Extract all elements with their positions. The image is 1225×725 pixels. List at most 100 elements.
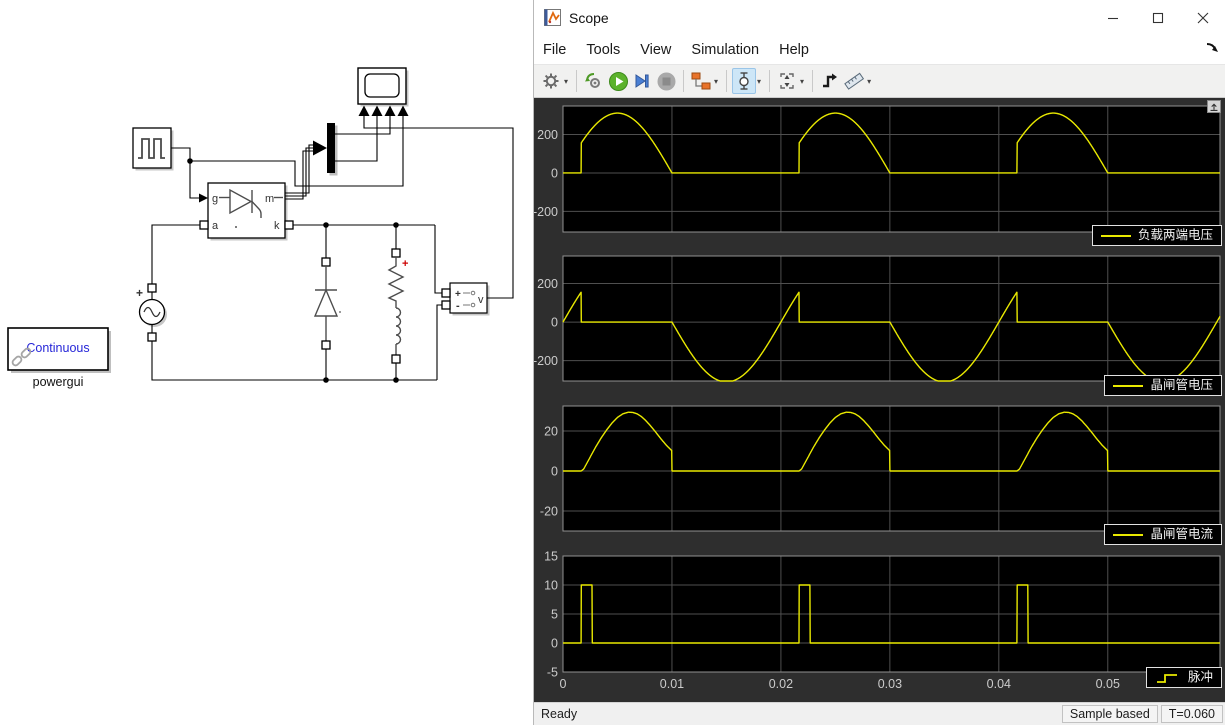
- svg-text:0: 0: [551, 166, 558, 180]
- legend-thyristor-voltage: 晶闸管电压: [1104, 375, 1222, 396]
- legend-label: 晶闸管电压: [1150, 378, 1213, 392]
- svg-text:0.04: 0.04: [987, 677, 1011, 691]
- legend-line-sample: [1113, 384, 1144, 387]
- scale-axes-dropdown-caret[interactable]: ▾: [799, 77, 807, 86]
- maximize-button[interactable]: [1135, 0, 1180, 35]
- stop-icon: [657, 72, 676, 90]
- measurements-button[interactable]: [842, 68, 866, 94]
- scope-screen-icon: [364, 73, 400, 98]
- scope-window: Scope File Tools View Simulation Help ▾ …: [533, 0, 1225, 725]
- highlight-block-dropdown-caret[interactable]: ▾: [713, 77, 721, 86]
- measurements-dropdown-caret[interactable]: ▾: [866, 77, 874, 86]
- svg-text:0: 0: [560, 677, 567, 691]
- title-bar[interactable]: Scope: [534, 0, 1225, 35]
- svg-text:0.05: 0.05: [1096, 677, 1120, 691]
- voltage-measurement-block[interactable]: + - v: [441, 282, 490, 316]
- toolbar-separator: [576, 70, 578, 92]
- toolbar-separator: [812, 70, 814, 92]
- svg-text:10: 10: [544, 579, 558, 593]
- scope-window-icon: [544, 9, 561, 26]
- menu-overflow-icon[interactable]: [1206, 41, 1220, 59]
- legend-label: 脉冲: [1187, 670, 1213, 684]
- menu-file[interactable]: File: [534, 42, 576, 58]
- svg-text:0.01: 0.01: [660, 677, 684, 691]
- gear-arrow-icon: [585, 73, 601, 88]
- status-text: Ready: [541, 707, 578, 721]
- toolbar-separator: [769, 70, 771, 92]
- run-button[interactable]: [606, 68, 630, 94]
- menu-view[interactable]: View: [630, 42, 681, 58]
- svg-text:0: 0: [551, 465, 558, 479]
- zoom-dropdown-caret[interactable]: ▾: [756, 77, 764, 86]
- settings-button[interactable]: [539, 68, 563, 94]
- legend-line-sample: [1113, 533, 1144, 536]
- legend-line-sample: [1100, 234, 1131, 237]
- menu-bar: File Tools View Simulation Help: [534, 35, 1225, 64]
- port-label-k: k: [274, 220, 280, 232]
- menu-help[interactable]: Help: [769, 42, 819, 58]
- vm-plus-label: +: [455, 289, 461, 300]
- thyristor-block[interactable]: g a m k: [199, 182, 294, 241]
- powergui-mode-text: Continuous: [26, 341, 89, 355]
- svg-text:-200: -200: [534, 205, 558, 219]
- toolbar-separator: [683, 70, 685, 92]
- zoom-button[interactable]: [732, 68, 757, 94]
- ruler-icon: [844, 72, 865, 90]
- svg-text:-5: -5: [547, 666, 558, 680]
- legend-label: 负载两端电压: [1137, 228, 1213, 242]
- expand-arrow-icon: [1210, 103, 1218, 111]
- diode-block[interactable]: [313, 257, 341, 350]
- svg-text:15: 15: [544, 550, 558, 564]
- step-back-button[interactable]: [582, 68, 606, 94]
- play-icon: [608, 71, 628, 91]
- blocks-icon: [691, 72, 711, 90]
- svg-text:0: 0: [551, 316, 558, 330]
- legend-load-voltage: 负载两端电压: [1091, 225, 1222, 246]
- simulink-model-canvas[interactable]: g a m k + + + - v Continuous powergui: [0, 0, 533, 725]
- svg-text:0.03: 0.03: [878, 677, 902, 691]
- highlight-block-button[interactable]: [689, 68, 713, 94]
- scope-plot-area[interactable]: 200 0 -200 200 0 -200 20 0 -20 15 10 5 0 -5 0 0.01 0.02 0…: [534, 98, 1225, 702]
- settings-dropdown-caret[interactable]: ▾: [563, 77, 571, 86]
- sim-time-indicator: T=0.060: [1160, 705, 1223, 723]
- demux-block[interactable]: [327, 123, 338, 176]
- vm-output-label: v: [478, 294, 484, 306]
- svg-text:200: 200: [537, 277, 558, 291]
- toolbar-separator: [726, 70, 728, 92]
- menu-tools[interactable]: Tools: [576, 42, 630, 58]
- scope-block[interactable]: [357, 67, 409, 116]
- svg-text:5: 5: [551, 608, 558, 622]
- gear-icon: [543, 73, 559, 89]
- scale-axes-button[interactable]: [775, 68, 799, 94]
- legend-stair-sample: [1156, 673, 1177, 683]
- powergui-block[interactable]: Continuous powergui: [7, 327, 111, 389]
- powergui-block-label: powergui: [33, 375, 84, 389]
- port-label-g: g: [212, 193, 218, 205]
- close-button[interactable]: [1180, 0, 1225, 35]
- step-forward-icon: [635, 74, 649, 88]
- legend-label: 晶闸管电流: [1150, 527, 1213, 541]
- svg-text:-20: -20: [540, 505, 558, 519]
- menu-simulation[interactable]: Simulation: [681, 42, 769, 58]
- port-label-m: m: [265, 193, 274, 205]
- svg-text:0: 0: [551, 637, 558, 651]
- svg-text:20: 20: [544, 425, 558, 439]
- ac-voltage-source-block[interactable]: +: [136, 283, 167, 342]
- step-forward-button[interactable]: [630, 68, 654, 94]
- trigger-button[interactable]: [818, 68, 842, 94]
- window-title: Scope: [569, 9, 609, 26]
- source-plus-label: +: [136, 286, 143, 300]
- resistor-icon: [387, 257, 405, 308]
- svg-text:0.02: 0.02: [769, 677, 793, 691]
- port-label-a: a: [212, 220, 219, 232]
- expand-plot-button[interactable]: [1207, 100, 1221, 113]
- pulse-generator-block[interactable]: [132, 127, 174, 171]
- legend-thyristor-current: 晶闸管电流: [1104, 524, 1222, 545]
- stop-button[interactable]: [654, 68, 678, 94]
- minimize-button[interactable]: [1090, 0, 1135, 35]
- svg-text:200: 200: [537, 128, 558, 142]
- status-bar: Ready Sample based T=0.060: [534, 702, 1225, 725]
- inductor-icon: [395, 307, 402, 345]
- rlc-branch-block[interactable]: +: [387, 248, 408, 364]
- trigger-icon: [823, 73, 838, 88]
